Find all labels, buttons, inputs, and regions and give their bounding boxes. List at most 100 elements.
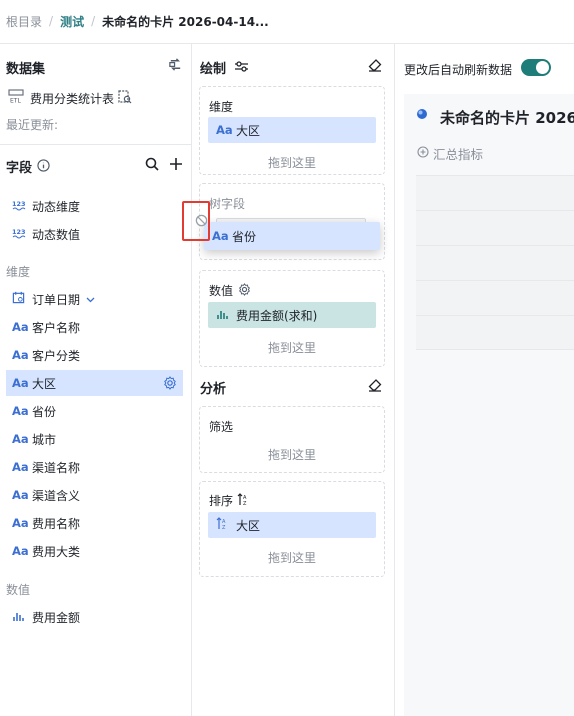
text-type-icon: Aa — [12, 376, 29, 390]
field-label: 大区 — [32, 376, 57, 391]
field-item-region[interactable]: Aa 大区 — [6, 370, 183, 396]
gear-icon[interactable] — [163, 376, 177, 393]
dataset-table-name: 费用分类统计表 — [30, 91, 115, 106]
sort-zone-header: 排序 AZ — [209, 492, 249, 509]
text-type-icon: Aa — [12, 488, 29, 502]
column-divider — [394, 44, 395, 716]
add-summary-metric-button[interactable]: 汇总指标 — [417, 144, 483, 163]
text-type-icon: Aa — [12, 320, 29, 334]
dynamic-dimension-item[interactable]: 123 动态维度 — [6, 193, 183, 219]
svg-text:Z: Z — [243, 501, 247, 506]
auto-refresh-toggle[interactable] — [521, 59, 551, 76]
field-label: 订单日期 — [32, 292, 81, 307]
field-label: 渠道名称 — [32, 460, 81, 475]
dynamic-dimension-label: 动态维度 — [32, 199, 81, 214]
field-label: 城市 — [32, 432, 57, 447]
preview-table-row — [416, 210, 574, 245]
text-type-icon: Aa — [12, 404, 29, 418]
bar-chart-icon — [216, 308, 236, 323]
auto-refresh-label: 更改后自动刷新数据 — [404, 63, 513, 77]
dimension-zone-label: 维度 — [209, 100, 234, 114]
text-type-icon: Aa — [12, 348, 29, 362]
svg-text:123: 123 — [12, 200, 26, 208]
field-item-expense-amount[interactable]: 费用金额 — [6, 604, 183, 630]
analysis-title: 分析 — [200, 382, 227, 397]
field-label: 渠道含义 — [32, 488, 81, 503]
field-item-customer-category[interactable]: Aa 客户分类 — [6, 342, 183, 368]
field-label: 省份 — [32, 404, 57, 419]
field-item-order-date[interactable]: 订单日期 — [6, 286, 183, 312]
eraser-icon[interactable] — [368, 378, 382, 395]
field-label: 客户分类 — [32, 348, 81, 363]
date-icon — [12, 291, 32, 307]
gear-icon[interactable] — [238, 282, 251, 299]
drop-hint: 拖到这里 — [267, 551, 316, 565]
filter-zone-label: 筛选 — [209, 420, 234, 434]
svg-text:123: 123 — [12, 228, 26, 236]
header-divider — [0, 43, 574, 44]
switch-dataset-icon[interactable] — [168, 57, 183, 75]
sort-ascending-icon: AZ — [216, 517, 236, 533]
toggle-knob — [536, 61, 549, 74]
breadcrumb-root[interactable]: 根目录 — [6, 13, 42, 30]
field-item-channel-meaning[interactable]: Aa 渠道含义 — [6, 482, 183, 508]
svg-text:ETL: ETL — [10, 98, 21, 105]
info-icon[interactable] — [37, 158, 50, 175]
svg-text:Z: Z — [222, 525, 226, 530]
breadcrumb-separator: / — [49, 14, 54, 28]
search-icon[interactable] — [145, 157, 159, 174]
text-type-icon: Aa — [12, 460, 29, 474]
etl-table-icon: ETL — [8, 89, 26, 107]
bar-chart-icon — [12, 610, 32, 625]
fields-title: 字段 — [6, 161, 33, 176]
field-item-customer-name[interactable]: Aa 客户名称 — [6, 314, 183, 340]
value-chip-expense-sum[interactable]: 费用金额(求和) — [208, 302, 376, 328]
preview-table-row — [416, 280, 574, 315]
field-item-expense-category[interactable]: Aa 费用大类 — [6, 538, 183, 564]
settings-sliders-icon[interactable] — [234, 60, 249, 76]
value-drop-zone[interactable]: 数值 费用金额(求和) 拖到这里 — [199, 270, 385, 367]
text-type-icon: Aa — [12, 516, 29, 530]
chip-label: 省份 — [232, 229, 257, 244]
dataset-table[interactable]: ETL 费用分类统计表 — [8, 89, 132, 107]
dimension-chip-region[interactable]: Aa 大区 — [208, 117, 376, 143]
breadcrumb-folder[interactable]: 测试 — [60, 13, 84, 30]
add-field-icon[interactable] — [169, 157, 183, 174]
text-type-icon: Aa — [12, 544, 29, 558]
field-item-province[interactable]: Aa 省份 — [6, 398, 183, 424]
preview-table-row — [416, 315, 574, 350]
breadcrumb-separator: / — [91, 14, 96, 28]
draw-header: 绘制 — [200, 58, 249, 77]
sort-chip-region[interactable]: AZ 大区 — [208, 512, 376, 538]
dynamic-value-label: 动态数值 — [32, 227, 81, 242]
text-type-icon: Aa — [212, 229, 229, 243]
fields-header: 字段 — [6, 157, 50, 176]
not-allowed-icon — [195, 214, 208, 230]
sort-drop-zone[interactable]: 排序 AZ AZ 大区 拖到这里 — [199, 481, 385, 577]
chevron-down-icon[interactable] — [86, 292, 95, 306]
value-section-header: 数值 — [6, 583, 31, 597]
column-divider — [191, 44, 192, 716]
plus-circle-icon — [417, 146, 429, 161]
chart-type-icon — [416, 108, 428, 123]
filter-drop-zone[interactable]: 筛选 拖到这里 — [199, 406, 385, 473]
text-type-icon: Aa — [12, 432, 29, 446]
tree-field-zone-label: 树字段 — [209, 197, 246, 211]
dragging-field-chip[interactable]: Aa 省份 — [204, 222, 380, 250]
field-item-expense-name[interactable]: Aa 费用名称 — [6, 510, 183, 536]
dimension-drop-zone[interactable]: 维度 Aa 大区 拖到这里 — [199, 86, 385, 175]
eraser-icon[interactable] — [368, 58, 382, 75]
field-item-channel-name[interactable]: Aa 渠道名称 — [6, 454, 183, 480]
dimension-section-header: 维度 — [6, 265, 31, 279]
sort-ascending-icon: AZ — [237, 492, 249, 509]
chip-label: 费用金额(求和) — [236, 308, 318, 323]
preview-table-icon[interactable] — [118, 89, 132, 107]
card-title[interactable]: 未命名的卡片 2026 — [440, 107, 574, 128]
breadcrumb: 根目录 / 测试 / 未命名的卡片 2026-04-14... — [0, 0, 574, 42]
breadcrumb-current: 未命名的卡片 2026-04-14... — [102, 14, 269, 29]
field-item-city[interactable]: Aa 城市 — [6, 426, 183, 452]
last-update-label: 最近更新: — [6, 118, 59, 132]
dataset-title: 数据集 — [6, 62, 46, 77]
dynamic-value-item[interactable]: 123 动态数值 — [6, 221, 183, 247]
chip-label: 大区 — [236, 518, 261, 533]
